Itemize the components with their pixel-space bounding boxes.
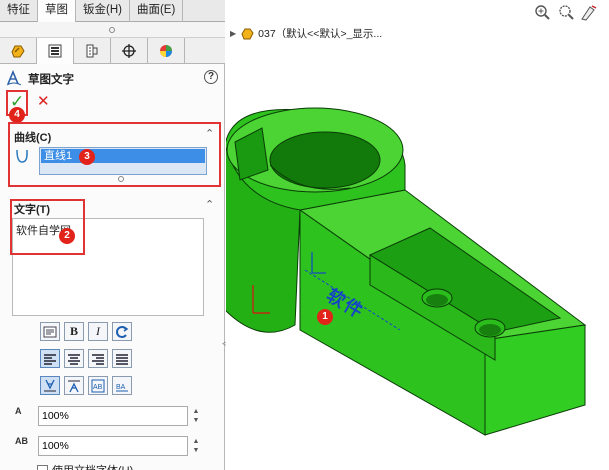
tab-propertymanager[interactable] (0, 38, 37, 64)
align-right-icon (92, 353, 104, 365)
flip-horizontal-button[interactable] (64, 376, 84, 395)
justify-icon (116, 353, 128, 365)
property-manager-panel: 特征 草图 钣金(H) 曲面(E) 草图文字 ? ✓ ✕ 4 曲线(C) ⌃ 直… (0, 0, 225, 470)
model-3d (226, 107, 587, 436)
text-frame-button[interactable]: AB (88, 376, 108, 395)
toolbar-resize-handle[interactable] (0, 22, 225, 38)
step-badge-2: 2 (59, 228, 75, 244)
sketch-text-icon (6, 70, 22, 86)
width-factor-row: A ▲▼ (15, 406, 205, 426)
svg-text:AB: AB (93, 384, 103, 391)
use-document-font-checkbox[interactable] (37, 464, 48, 470)
text-spacing-icon: BA (116, 384, 128, 391)
appearance-icon (160, 45, 172, 57)
link-to-property-button[interactable] (40, 322, 60, 341)
format-row-1: B I (40, 322, 132, 341)
rotate-button[interactable] (112, 322, 132, 341)
width-factor-input[interactable] (38, 406, 188, 426)
justify-button[interactable] (112, 349, 132, 368)
italic-button[interactable]: I (88, 322, 108, 341)
spacing-row: AB ▲▼ (15, 436, 205, 456)
handle-dot-icon (109, 27, 115, 33)
tab-dimxpert[interactable] (111, 38, 148, 64)
command-manager-tabs: 特征 草图 钣金(H) 曲面(E) (0, 0, 225, 22)
align-center-button[interactable] (64, 349, 84, 368)
align-left-icon (44, 353, 56, 365)
graphics-area[interactable]: ▶ 037（默认<<默认>_显示... 软件 1 (226, 0, 609, 470)
text-spacing-button[interactable]: BA (112, 376, 132, 395)
tab-featuremanager[interactable] (37, 38, 74, 64)
align-left-button[interactable] (40, 349, 60, 368)
propertymanager-icon (11, 45, 25, 58)
format-row-2 (40, 349, 132, 368)
link-icon (43, 326, 57, 337)
configuration-icon (86, 44, 98, 58)
bold-button[interactable]: B (64, 322, 84, 341)
dimxpert-icon (122, 44, 136, 58)
property-header: 草图文字 ? (6, 70, 220, 86)
tab-sheet-metal[interactable]: 钣金(H) (76, 0, 130, 22)
flip-horizontal-icon (68, 380, 80, 392)
manager-tabs (0, 38, 225, 64)
spacing-input[interactable] (38, 436, 188, 456)
rotate-icon (116, 325, 129, 338)
use-document-font-label: 使用文档字体(U) (52, 462, 133, 470)
curve-list-item[interactable]: 直线1 (41, 149, 205, 163)
chevron-up-icon[interactable]: ⌃ (205, 198, 214, 211)
step-badge-1: 1 (317, 309, 333, 325)
align-right-button[interactable] (88, 349, 108, 368)
tab-configuration[interactable] (74, 38, 111, 64)
help-icon[interactable]: ? (204, 70, 218, 84)
curve-section-title: 曲线(C) (14, 132, 52, 144)
tab-appearance[interactable] (148, 38, 185, 64)
featuremanager-icon (48, 44, 62, 58)
spinner-icon[interactable]: ▲ ▼ (191, 407, 201, 425)
flip-vertical-icon (44, 379, 56, 391)
width-factor-icon: A (15, 406, 22, 416)
text-frame-icon: AB (91, 379, 105, 392)
tab-surfaces[interactable]: 曲面(E) (130, 0, 184, 22)
step-badge-4: 4 (9, 107, 25, 123)
step-badge-3: 3 (79, 149, 95, 165)
spinner-icon[interactable]: ▲ ▼ (191, 437, 201, 455)
property-title: 草图文字 (28, 74, 74, 86)
list-resize-handle[interactable] (118, 176, 124, 182)
tab-sketch[interactable]: 草图 (38, 0, 76, 22)
chevron-up-icon[interactable]: ⌃ (205, 127, 214, 140)
tab-features[interactable]: 特征 (0, 0, 38, 22)
spacing-icon: AB (15, 436, 28, 446)
curve-icon (14, 148, 32, 168)
align-center-icon (68, 353, 80, 365)
use-document-font[interactable]: 使用文档字体(U) (37, 462, 133, 470)
text-input-highlight (10, 199, 85, 255)
curve-selection-list[interactable]: 直线1 (39, 147, 207, 175)
format-row-3: AB BA (40, 376, 132, 395)
svg-text:BA: BA (116, 384, 126, 391)
cancel-button[interactable]: ✕ (37, 94, 51, 110)
flip-vertical-button[interactable] (40, 376, 60, 395)
